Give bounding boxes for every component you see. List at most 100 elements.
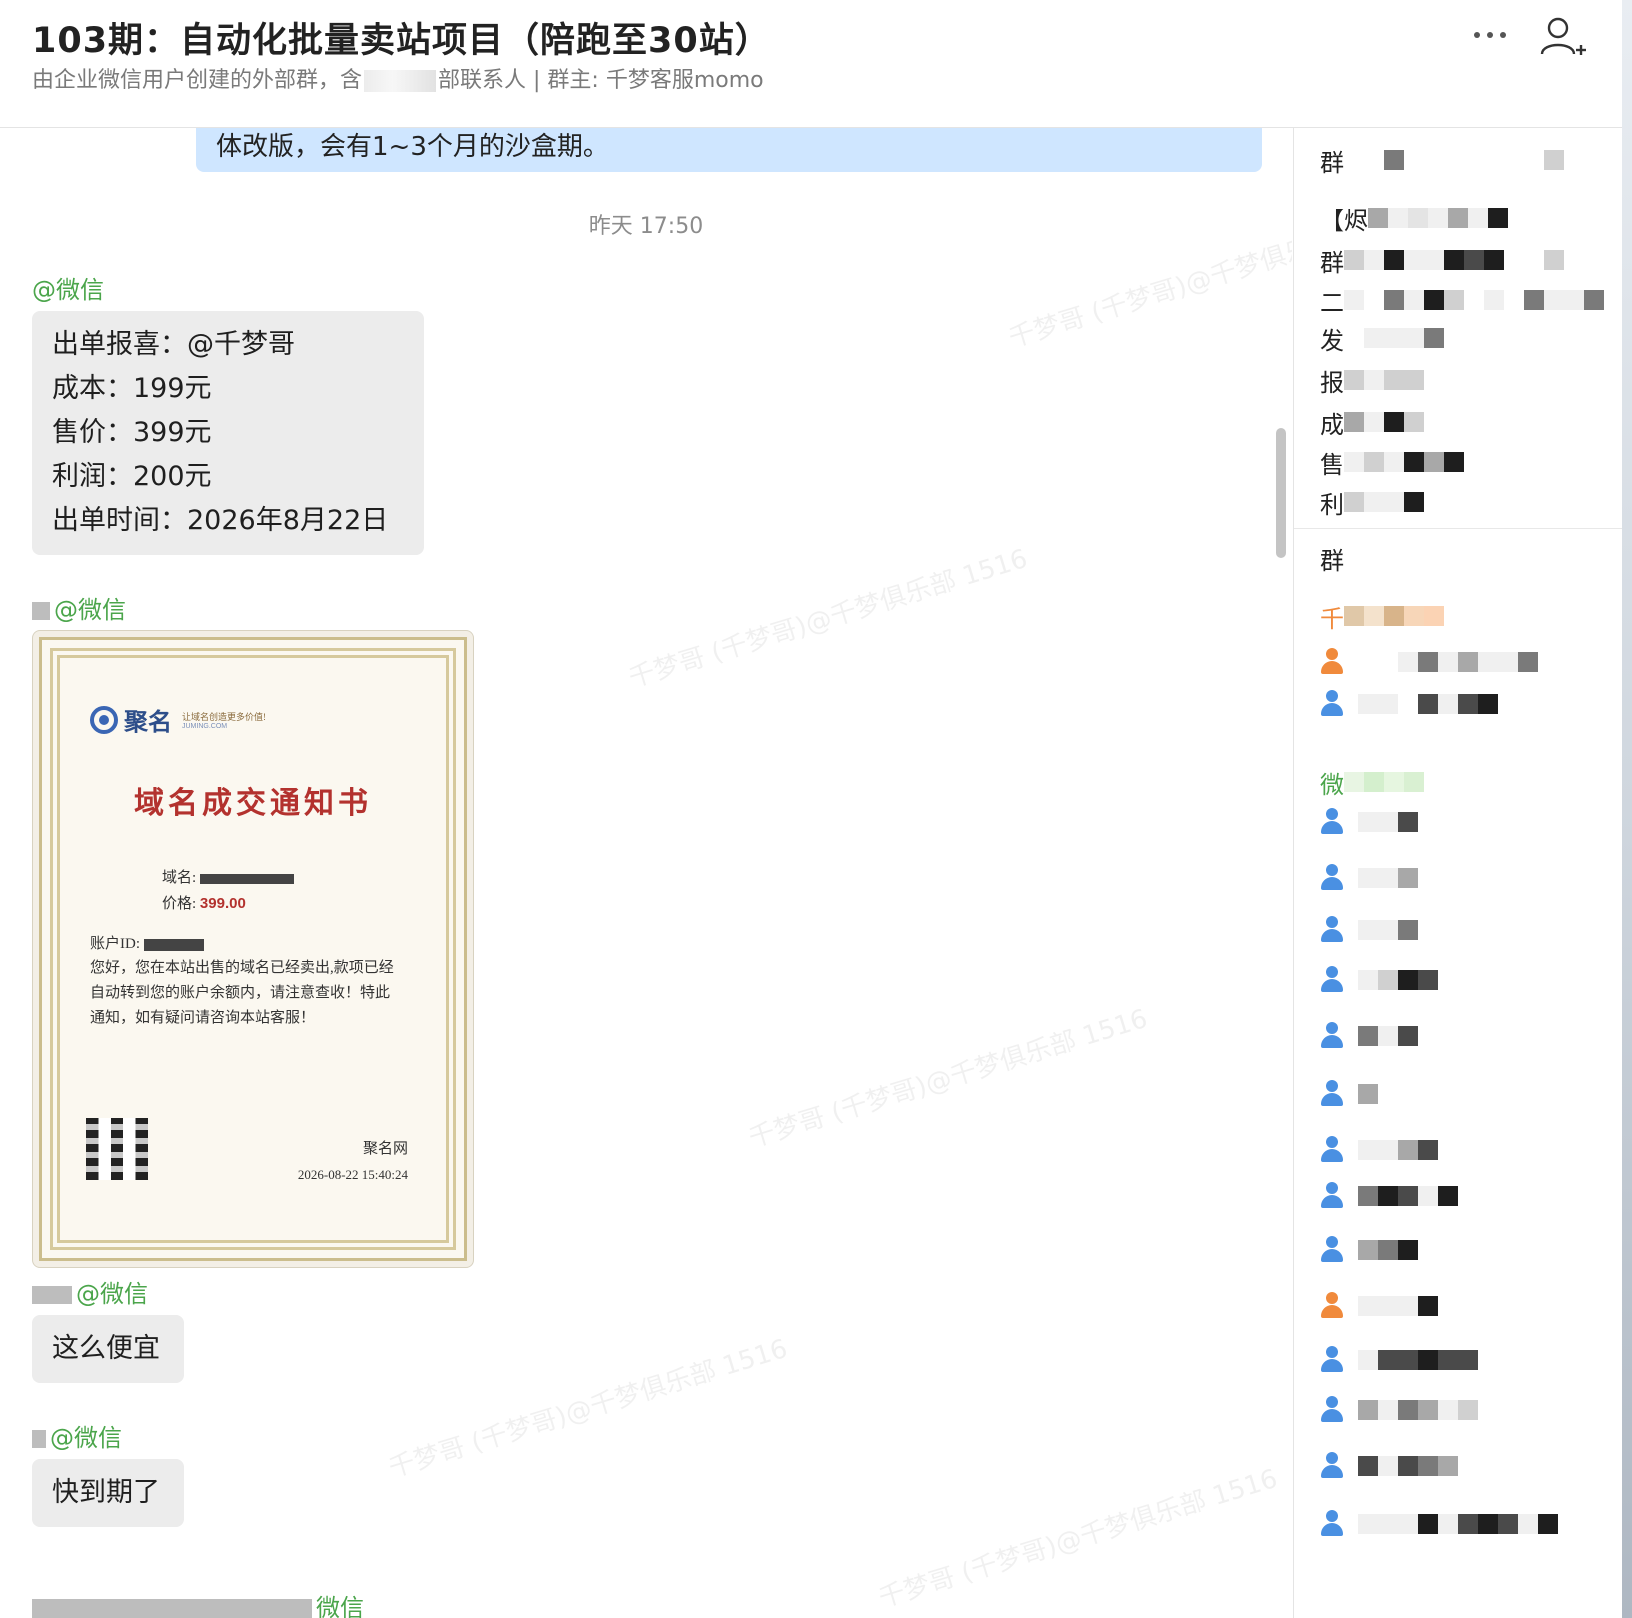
group-info-panel[interactable]: 群【烬群二发报成售利 群 千 微 xyxy=(1293,128,1622,1618)
add-person-icon xyxy=(1540,17,1586,55)
more-options-button[interactable] xyxy=(1462,18,1518,52)
group-info-row[interactable]: 利 xyxy=(1320,488,1424,519)
redacted-name xyxy=(32,602,50,620)
redacted-count xyxy=(364,70,437,92)
sender-suffix: @微信 xyxy=(54,596,126,624)
group-subtitle: 由企业微信用户创建的外部群，含 部联系人 | 群主: 千梦客服momo xyxy=(32,62,764,94)
redacted-text xyxy=(1368,208,1508,228)
member-item[interactable] xyxy=(1320,1394,1600,1426)
owner-label: 千 xyxy=(1320,604,1344,633)
person-icon xyxy=(1320,1396,1344,1424)
member-item[interactable] xyxy=(1320,1234,1600,1266)
person-icon xyxy=(1320,1182,1344,1210)
message-bubble[interactable]: 出单报喜：@千梦哥 成本：199元 售价：399元 利润：200元 出单时间：2… xyxy=(32,311,424,555)
certificate-account: 账户ID: xyxy=(90,932,204,953)
watermark: 千梦哥 (千梦哥)@千梦俱乐部 1516 xyxy=(875,1463,1282,1614)
person-icon xyxy=(1320,1292,1344,1320)
account-label: 账户ID: xyxy=(90,936,140,952)
redacted-text xyxy=(1344,150,1564,170)
info-row-label: 二 xyxy=(1320,288,1344,317)
group-info-row[interactable]: 发 xyxy=(1320,324,1444,355)
add-member-button[interactable] xyxy=(1538,12,1588,62)
group-info-row[interactable]: 成 xyxy=(1320,408,1424,439)
message-sender[interactable]: @微信 xyxy=(32,1274,148,1309)
subtitle-suffix: 部联系人 | 群主: 千梦客服momo xyxy=(438,68,764,93)
redacted-name xyxy=(32,1599,312,1618)
person-icon xyxy=(1320,864,1344,892)
divider xyxy=(1294,528,1622,529)
member-item[interactable] xyxy=(1320,1344,1600,1376)
redacted-text xyxy=(1344,492,1424,512)
redacted-domain xyxy=(200,873,295,884)
member-item[interactable] xyxy=(1320,914,1600,946)
member-item[interactable] xyxy=(1320,646,1600,678)
person-icon xyxy=(1320,690,1344,718)
member-item[interactable] xyxy=(1320,862,1600,894)
certificate-body: 您好，您在本站出售的域名已经卖出,款项已经自动转到您的账户余额内，请注意查收！特… xyxy=(90,960,394,1026)
certificate-content: 聚名 让域名创造更多价值! JUMING.COM 域名成交通知书 域名: 价格:… xyxy=(68,666,438,1232)
member-item[interactable] xyxy=(1320,1020,1600,1052)
chat-scrollbar[interactable] xyxy=(1276,428,1286,558)
message-sender[interactable]: @微信 xyxy=(32,270,104,305)
redacted-text xyxy=(1358,970,1438,990)
person-icon xyxy=(1320,1346,1344,1374)
group-info-row[interactable]: 售 xyxy=(1320,448,1464,479)
wechat-section-label: 微 xyxy=(1320,768,1424,799)
sender-suffix: 微信 xyxy=(316,1594,364,1618)
previous-message-bubble[interactable]: 体改版，会有1~3个月的沙盒期。 xyxy=(196,128,1262,172)
message-bubble[interactable]: 这么便宜 xyxy=(32,1315,184,1383)
member-item[interactable] xyxy=(1320,688,1600,720)
redacted-text xyxy=(1358,1084,1378,1104)
info-row-label: 【烬 xyxy=(1320,206,1368,235)
redacted-text xyxy=(1358,1514,1558,1534)
info-row-label: 群 xyxy=(1320,248,1344,277)
message-sender[interactable]: 微信 xyxy=(32,1588,364,1618)
message-sender[interactable]: @微信 xyxy=(32,1418,122,1453)
chat-header: 103期：自动化批量卖站项目（陪跑至30站） 由企业微信用户创建的外部群，含 部联… xyxy=(0,0,1622,128)
chat-message-list[interactable]: 千梦哥 (千梦哥)@千梦俱乐部 1516 千梦哥 (千梦哥)@千梦俱乐部 151… xyxy=(0,128,1292,1618)
group-info-row[interactable]: 报 xyxy=(1320,366,1424,397)
group-info-row[interactable]: 二 xyxy=(1320,286,1604,317)
dot-icon xyxy=(1500,32,1506,38)
member-item[interactable] xyxy=(1320,1134,1600,1166)
info-row-label: 利 xyxy=(1320,490,1344,519)
certificate-image-message[interactable]: 聚名 让域名创造更多价值! JUMING.COM 域名成交通知书 域名: 价格:… xyxy=(32,630,474,1268)
logo-icon xyxy=(90,705,118,734)
group-info-row[interactable]: 【烬 xyxy=(1320,204,1508,235)
member-item[interactable] xyxy=(1320,1508,1600,1540)
group-info-row[interactable]: 群 xyxy=(1320,246,1564,277)
member-item[interactable] xyxy=(1320,1450,1600,1482)
redacted-account xyxy=(144,938,204,951)
redacted-wechat xyxy=(1344,772,1424,792)
message-bubble[interactable]: 快到期了 xyxy=(32,1459,184,1527)
redacted-text xyxy=(1344,250,1564,270)
certificate-logo: 聚名 让域名创造更多价值! JUMING.COM xyxy=(90,702,266,737)
message-line: 售价：399元 xyxy=(52,417,212,448)
member-item[interactable] xyxy=(1320,1078,1600,1110)
message-line: 利润：200元 xyxy=(52,461,212,492)
person-icon xyxy=(1320,808,1344,836)
certificate-image: 聚名 让域名创造更多价值! JUMING.COM 域名成交通知书 域名: 价格:… xyxy=(39,637,467,1261)
sender-suffix: @微信 xyxy=(76,1280,148,1308)
person-icon xyxy=(1320,1080,1344,1108)
redacted-text xyxy=(1358,1026,1418,1046)
info-row-label: 成 xyxy=(1320,410,1344,439)
redacted-owner xyxy=(1344,606,1444,626)
message-sender[interactable]: @微信 xyxy=(32,590,126,625)
group-info-row[interactable]: 群 xyxy=(1320,146,1564,177)
redacted-text xyxy=(1344,452,1464,472)
owner-row[interactable]: 千 xyxy=(1320,602,1444,633)
person-icon xyxy=(1320,1236,1344,1264)
dot-icon xyxy=(1474,32,1480,38)
member-item[interactable] xyxy=(1320,1290,1600,1322)
subtitle-prefix: 由企业微信用户创建的外部群，含 xyxy=(32,68,363,93)
logo-text: 聚名 xyxy=(124,707,172,736)
member-item[interactable] xyxy=(1320,964,1600,996)
certificate-domain: 域名: xyxy=(162,866,295,887)
member-item[interactable] xyxy=(1320,1180,1600,1212)
member-item[interactable] xyxy=(1320,806,1600,838)
redacted-text xyxy=(1358,812,1418,832)
redacted-text xyxy=(1344,412,1424,432)
redacted-text xyxy=(1358,1296,1438,1316)
redacted-text xyxy=(1358,920,1418,940)
